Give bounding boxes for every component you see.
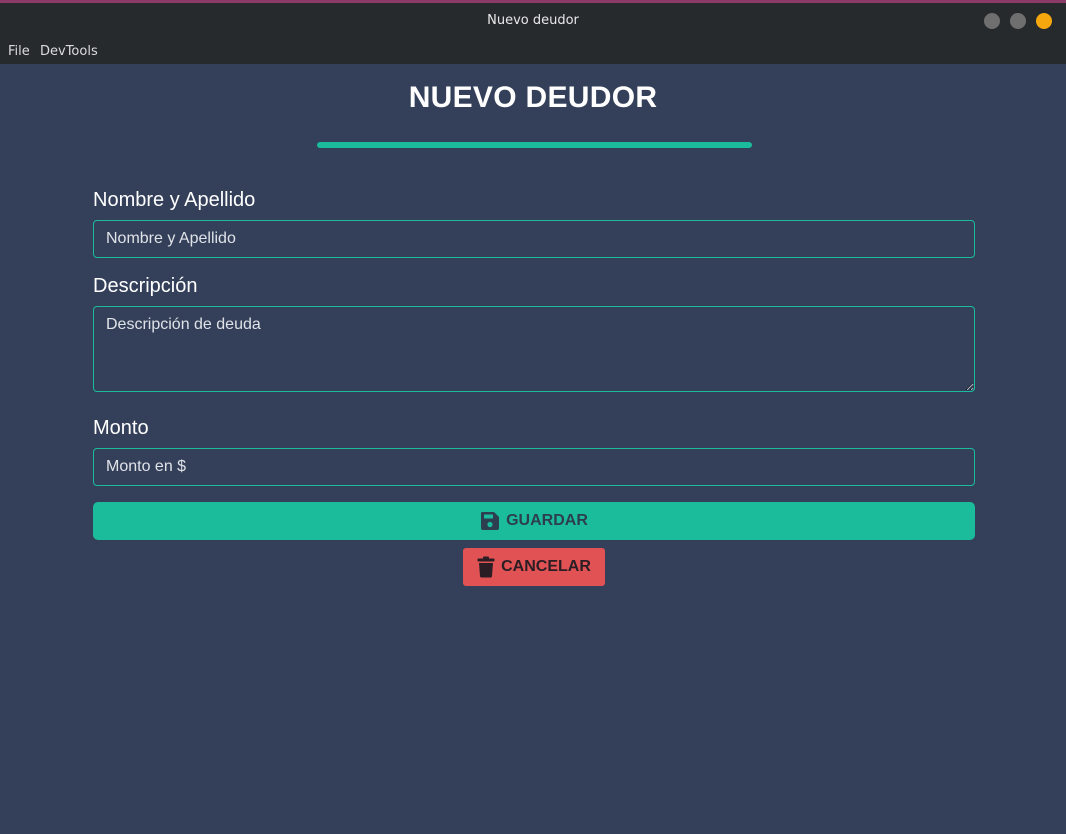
description-label: Descripción: [93, 275, 198, 297]
minimize-button[interactable]: [984, 13, 1000, 29]
floppy-disk-icon: [480, 511, 500, 531]
close-button[interactable]: [1036, 13, 1052, 29]
save-button[interactable]: GUARDAR: [93, 502, 975, 540]
form-container: NUEVO DEUDOR Nombre y Apellido Descripci…: [0, 64, 1066, 834]
name-input[interactable]: [93, 220, 975, 258]
amount-label: Monto: [93, 417, 149, 439]
window-title: Nuevo deudor: [487, 13, 579, 28]
title-bar[interactable]: Nuevo deudor: [0, 3, 1066, 40]
name-label: Nombre y Apellido: [93, 189, 256, 211]
menu-file[interactable]: File: [8, 44, 30, 59]
trash-icon: [477, 556, 495, 578]
title-divider: [317, 142, 752, 148]
app-window: Nuevo deudor File DevTools NUEVO DEUDOR …: [0, 0, 1066, 834]
cancel-button-label: CANCELAR: [501, 558, 591, 575]
save-button-label: GUARDAR: [506, 512, 588, 529]
cancel-button[interactable]: CANCELAR: [463, 548, 605, 586]
menu-bar: File DevTools: [0, 40, 1066, 64]
amount-input[interactable]: [93, 448, 975, 486]
description-textarea[interactable]: [93, 306, 975, 392]
page-title: NUEVO DEUDOR: [408, 81, 658, 114]
menu-devtools[interactable]: DevTools: [40, 44, 98, 59]
maximize-button[interactable]: [1010, 13, 1026, 29]
